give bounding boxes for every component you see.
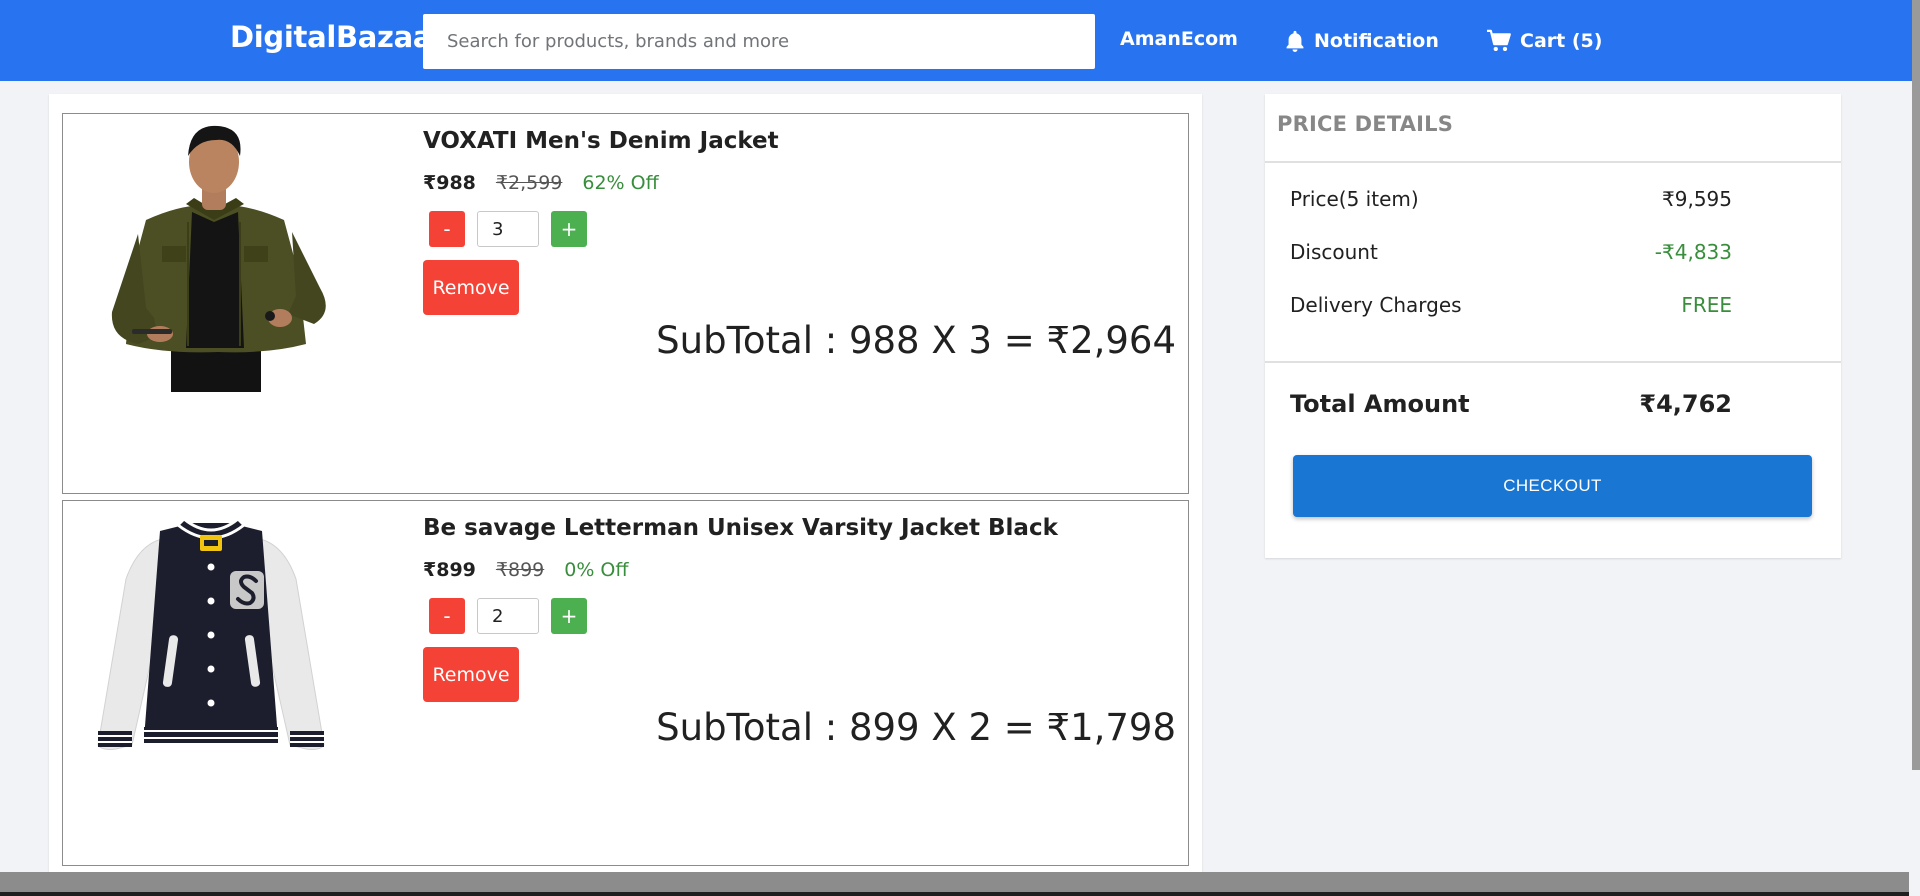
top-navbar: DigitalBazaar AmanEcom Notification Cart… xyxy=(0,0,1920,81)
original-price: ₹2,599 xyxy=(495,172,563,194)
shopping-cart-icon xyxy=(1487,29,1511,51)
nav-cart-label: Cart (5) xyxy=(1520,29,1603,52)
price-row-items: Price(5 item) ₹9,595 xyxy=(1290,187,1732,211)
cart-item: Be savage Letterman Unisex Varsity Jacke… xyxy=(62,500,1189,866)
total-row: Total Amount ₹4,762 xyxy=(1290,390,1732,418)
price-row: ₹988 ₹2,599 62% Off xyxy=(423,172,659,194)
brand-logo[interactable]: DigitalBazaar xyxy=(230,20,446,54)
divider xyxy=(1265,161,1841,163)
nav-user-label: AmanEcom xyxy=(1120,27,1238,50)
total-value: ₹4,762 xyxy=(1639,390,1732,418)
product-name[interactable]: VOXATI Men's Denim Jacket xyxy=(423,128,779,154)
original-price: ₹899 xyxy=(495,559,545,581)
quantity-stepper: - + xyxy=(429,598,587,634)
decrease-quantity-button[interactable]: - xyxy=(429,598,465,634)
discount-label: Discount xyxy=(1290,240,1378,264)
selling-price: ₹988 xyxy=(423,172,476,194)
delivery-value: FREE xyxy=(1681,293,1732,317)
bell-icon xyxy=(1286,30,1304,52)
price-details-panel: PRICE DETAILS Price(5 item) ₹9,595 Disco… xyxy=(1265,94,1841,558)
discount-row: Discount -₹4,833 xyxy=(1290,240,1732,264)
varsity-jacket-image xyxy=(97,516,325,750)
product-image xyxy=(68,122,354,398)
total-label: Total Amount xyxy=(1290,390,1470,418)
delivery-label: Delivery Charges xyxy=(1290,293,1462,317)
quantity-input[interactable] xyxy=(477,211,539,247)
divider xyxy=(1265,361,1841,363)
nav-cart[interactable]: Cart (5) xyxy=(1486,0,1602,81)
item-subtotal: SubTotal : 899 X 2 = ₹1,798 xyxy=(656,706,1176,749)
product-image xyxy=(68,509,354,785)
remove-item-button[interactable]: Remove xyxy=(423,260,519,315)
checkout-button[interactable]: CHECKOUT xyxy=(1293,455,1812,517)
decrease-quantity-button[interactable]: - xyxy=(429,211,465,247)
quantity-input[interactable] xyxy=(477,598,539,634)
selling-price: ₹899 xyxy=(423,559,476,581)
search-input[interactable] xyxy=(423,14,1095,69)
cart-item: VOXATI Men's Denim Jacket ₹988 ₹2,599 62… xyxy=(62,113,1189,494)
denim-jacket-image xyxy=(111,125,326,392)
discount-value: -₹4,833 xyxy=(1654,240,1732,264)
increase-quantity-button[interactable]: + xyxy=(551,598,587,634)
discount-percent: 62% Off xyxy=(582,172,659,194)
discount-percent: 0% Off xyxy=(564,559,629,581)
price-label: Price(5 item) xyxy=(1290,187,1419,211)
price-row: ₹899 ₹899 0% Off xyxy=(423,559,628,581)
increase-quantity-button[interactable]: + xyxy=(551,211,587,247)
price-details-title: PRICE DETAILS xyxy=(1277,112,1454,136)
cart-items-panel: VOXATI Men's Denim Jacket ₹988 ₹2,599 62… xyxy=(49,94,1202,872)
nav-notification-label: Notification xyxy=(1314,29,1439,52)
nav-user-account[interactable]: AmanEcom xyxy=(1120,0,1238,79)
quantity-stepper: - + xyxy=(429,211,587,247)
price-value: ₹9,595 xyxy=(1662,187,1732,211)
vertical-scrollbar[interactable] xyxy=(1912,0,1920,770)
delivery-row: Delivery Charges FREE xyxy=(1290,293,1732,317)
horizontal-scrollbar[interactable] xyxy=(0,872,1909,896)
product-name[interactable]: Be savage Letterman Unisex Varsity Jacke… xyxy=(423,515,1058,541)
item-subtotal: SubTotal : 988 X 3 = ₹2,964 xyxy=(656,319,1176,362)
remove-item-button[interactable]: Remove xyxy=(423,647,519,702)
nav-notification[interactable]: Notification xyxy=(1284,0,1439,81)
